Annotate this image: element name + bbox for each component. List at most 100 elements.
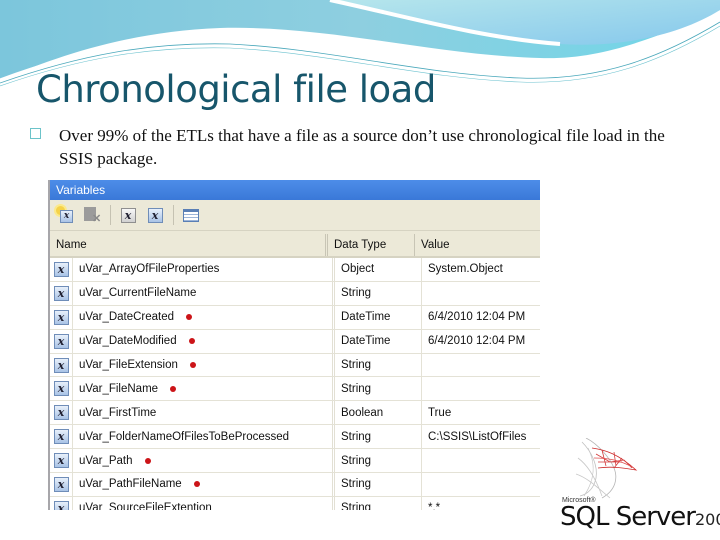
variable-icon-cell: x: [50, 496, 73, 510]
column-header-data-type[interactable]: Data Type: [328, 234, 415, 256]
variable-name: uVar_DateModified: [79, 335, 177, 348]
variable-type-cell[interactable]: Boolean: [335, 401, 422, 425]
show-all-variables-button[interactable]: x: [144, 204, 166, 226]
variable-icon-cell: x: [50, 473, 73, 496]
variable-name-cell[interactable]: uVar_SourceFileExtention: [73, 496, 335, 510]
variable-row[interactable]: x uVar_CurrentFileName String: [50, 281, 540, 306]
variable-name-cell[interactable]: uVar_FirstTime: [73, 401, 335, 425]
logo-year: 2008: [694, 510, 720, 529]
choose-columns-icon: [183, 208, 199, 222]
variable-row[interactable]: x uVar_DateModified DateTime 6/4/2010 12:04…: [50, 329, 540, 354]
variable-value-cell[interactable]: 6/4/2010 12:04 PM: [422, 330, 525, 353]
variable-name-cell[interactable]: uVar_FileName: [73, 377, 335, 401]
variable-name: uVar_Path: [79, 454, 133, 467]
variable-type-cell[interactable]: String: [335, 281, 422, 305]
variable-type-cell[interactable]: String: [335, 377, 422, 401]
variable-name-cell[interactable]: uVar_ArrayOfFileProperties: [73, 258, 335, 281]
logo-product: SQL Server2008: [560, 502, 720, 532]
delete-variable-icon: ✕: [83, 206, 101, 225]
variable-name-cell[interactable]: uVar_PathFileName: [73, 473, 335, 496]
variables-window-title: Variables: [50, 180, 540, 200]
column-header-name[interactable]: Name: [50, 234, 328, 256]
variable-icon-cell: x: [50, 401, 73, 425]
bullet-item: Over 99% of the ETLs that have a file as…: [30, 124, 670, 170]
variable-row[interactable]: x uVar_FirstTime Boolean True: [50, 401, 540, 426]
toolbar-separator: [173, 205, 174, 225]
variables-toolbar: x ✕ x x: [50, 200, 540, 231]
variable-row[interactable]: x uVar_Path String: [50, 449, 540, 474]
variable-name: uVar_FolderNameOfFilesToBeProcessed: [79, 430, 290, 443]
square-bullet-icon: [30, 128, 41, 139]
choose-columns-button[interactable]: [180, 204, 202, 226]
logo-product-name: SQL Server: [560, 502, 696, 532]
variable-value-cell[interactable]: System.Object: [422, 258, 503, 281]
variable-type-cell[interactable]: String: [335, 353, 422, 377]
slide-title: Chronological file load: [36, 68, 436, 111]
variable-row[interactable]: x uVar_PathFileName String: [50, 473, 540, 497]
variable-icon: x: [53, 429, 69, 445]
add-variable-icon: x: [56, 206, 74, 224]
variable-icon: x: [53, 476, 69, 492]
variable-icon: x: [53, 309, 69, 325]
variable-value-cell[interactable]: True: [422, 401, 451, 424]
variable-icon-cell: x: [50, 258, 73, 281]
variable-icon-cell: x: [50, 449, 73, 473]
variable-name: uVar_SourceFileExtention: [79, 502, 212, 510]
variable-type-cell[interactable]: DateTime: [335, 305, 422, 329]
show-system-variables-icon: x: [120, 207, 136, 223]
variable-row[interactable]: x uVar_FileExtension String: [50, 353, 540, 378]
column-header-value[interactable]: Value: [415, 234, 450, 256]
variable-value-cell[interactable]: [422, 473, 428, 496]
variable-type-cell[interactable]: String: [335, 449, 422, 473]
variable-value-cell[interactable]: [422, 354, 428, 377]
delete-variable-button[interactable]: ✕: [81, 204, 103, 226]
variable-row[interactable]: x uVar_SourceFileExtention String *.*: [50, 496, 540, 510]
variable-row[interactable]: x uVar_DateCreated DateTime 6/4/2010 12:04 …: [50, 305, 540, 330]
variable-type-cell[interactable]: String: [335, 473, 422, 496]
variable-value-cell[interactable]: [422, 282, 428, 305]
grid-header: Name Data Type Value: [50, 234, 540, 258]
variable-name: uVar_FirstTime: [79, 406, 157, 419]
variable-type-cell[interactable]: DateTime: [335, 329, 422, 353]
variable-icon: x: [53, 381, 69, 397]
variable-name-cell[interactable]: uVar_DateCreated: [73, 305, 335, 329]
variable-value-cell[interactable]: C:\SSIS\ListOfFiles: [422, 425, 526, 448]
variable-value-cell[interactable]: *.*: [422, 497, 440, 510]
variable-name-cell[interactable]: uVar_CurrentFileName: [73, 281, 335, 305]
variable-type-cell[interactable]: String: [335, 425, 422, 449]
variable-value-cell[interactable]: 6/4/2010 12:04 PM: [422, 306, 525, 329]
variable-icon-cell: x: [50, 281, 73, 305]
red-marker-dot: [144, 457, 151, 464]
variable-type-cell[interactable]: String: [335, 496, 422, 510]
variable-icon: x: [53, 285, 69, 301]
variable-row[interactable]: x uVar_FolderNameOfFilesToBeProcessed Stri…: [50, 425, 540, 450]
add-variable-button[interactable]: x: [54, 204, 76, 226]
variable-name: uVar_FileExtension: [79, 359, 178, 371]
variable-icon-cell: x: [50, 425, 73, 449]
red-marker-dot: [193, 481, 200, 488]
variable-name-cell[interactable]: uVar_Path: [73, 449, 335, 473]
variable-icon: x: [53, 453, 69, 469]
show-system-variables-button[interactable]: x: [117, 204, 139, 226]
variable-name-cell[interactable]: uVar_FolderNameOfFilesToBeProcessed: [73, 425, 335, 449]
variable-name: uVar_PathFileName: [79, 478, 182, 491]
red-marker-dot: [186, 314, 193, 321]
variable-icon: x: [53, 405, 69, 421]
variable-name: uVar_ArrayOfFileProperties: [79, 263, 220, 276]
variable-type-cell[interactable]: Object: [335, 258, 422, 281]
variable-icon: x: [53, 357, 69, 373]
variable-name-cell[interactable]: uVar_FileExtension: [73, 353, 335, 377]
variable-row[interactable]: x uVar_FileName String: [50, 377, 540, 402]
variable-row[interactable]: x uVar_ArrayOfFileProperties Object System.…: [50, 258, 540, 282]
variable-name: uVar_FileName: [79, 382, 159, 395]
variable-icon-cell: x: [50, 329, 73, 353]
variable-icon-cell: x: [50, 305, 73, 329]
variable-value-cell[interactable]: [422, 377, 428, 400]
show-all-variables-icon: x: [147, 207, 163, 223]
variable-name: uVar_DateCreated: [79, 311, 175, 324]
red-marker-dot: [170, 385, 177, 392]
variable-icon: x: [53, 261, 69, 277]
variable-icon: x: [53, 500, 69, 510]
variable-value-cell[interactable]: [422, 449, 428, 472]
variable-name-cell[interactable]: uVar_DateModified: [73, 329, 335, 353]
